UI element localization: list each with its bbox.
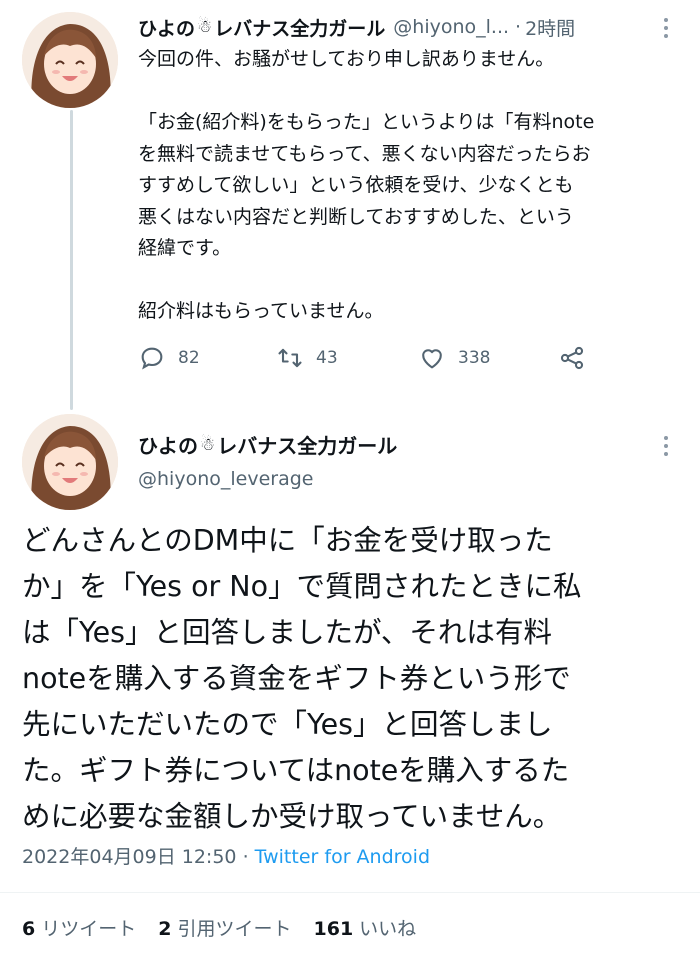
more-options-icon[interactable] [656, 432, 676, 460]
display-name[interactable]: ひよの [138, 14, 195, 41]
tweet-actions: 82 43 338 [138, 340, 598, 376]
separator-dot: · [515, 16, 522, 38]
reply-count: 82 [178, 348, 200, 368]
snowman-icon: ☃ [197, 17, 213, 37]
display-name-suffix[interactable]: レバナス全力ガール [214, 14, 385, 41]
user-handle[interactable]: @hiyono_l... [393, 16, 509, 38]
share-icon [560, 346, 584, 370]
display-name[interactable]: ひよの [138, 430, 198, 459]
like-button[interactable]: 338 [418, 340, 490, 376]
avatar[interactable] [22, 414, 118, 510]
tweet-text: 今回の件、お騒がせしており申し訳ありません。 「お金(紹介料)をもらった」という… [138, 48, 595, 322]
share-button[interactable] [558, 340, 586, 376]
separator-dot: · [242, 846, 249, 868]
thread-line [70, 110, 73, 410]
timestamp[interactable]: 2時間 [525, 14, 575, 41]
heart-icon [422, 349, 442, 369]
reply-button[interactable]: 82 [138, 340, 200, 376]
user-handle[interactable]: @hiyono_leverage [138, 468, 313, 490]
tweet-meta: 2022年04月09日 12:50 · Twitter for Android [22, 842, 430, 869]
reply-icon [141, 347, 163, 370]
tweet-source-link[interactable]: Twitter for Android [255, 846, 430, 868]
reply-header: ひよの ☃ レバナス全力ガール @hiyono_l... · 2時間 [138, 12, 678, 42]
snowman-icon: ☃ [200, 434, 216, 455]
retweet-button[interactable]: 43 [276, 340, 338, 376]
like-count: 338 [458, 348, 491, 368]
tweet-date[interactable]: 2022年04月09日 12:50 [22, 846, 237, 868]
retweets-stat[interactable]: 6 リツイート [22, 914, 136, 941]
quotes-stat[interactable]: 2 引用ツイート [158, 914, 291, 941]
display-name-suffix[interactable]: レバナス全力ガール [217, 430, 397, 459]
display-name-row: ひよの ☃ レバナス全力ガール [138, 430, 397, 459]
more-options-icon[interactable] [656, 14, 676, 42]
retweet-icon [278, 348, 302, 368]
likes-stat[interactable]: 161 いいね [314, 914, 417, 941]
tweet-text: どんさんとのDM中に「お金を受け取った か」を「Yes or No」で質問された… [22, 524, 582, 833]
divider [0, 892, 700, 893]
retweet-count: 43 [316, 348, 338, 368]
avatar[interactable] [22, 12, 118, 108]
tweet-stats: 6 リツイート 2 引用ツイート 161 いいね [22, 914, 416, 941]
